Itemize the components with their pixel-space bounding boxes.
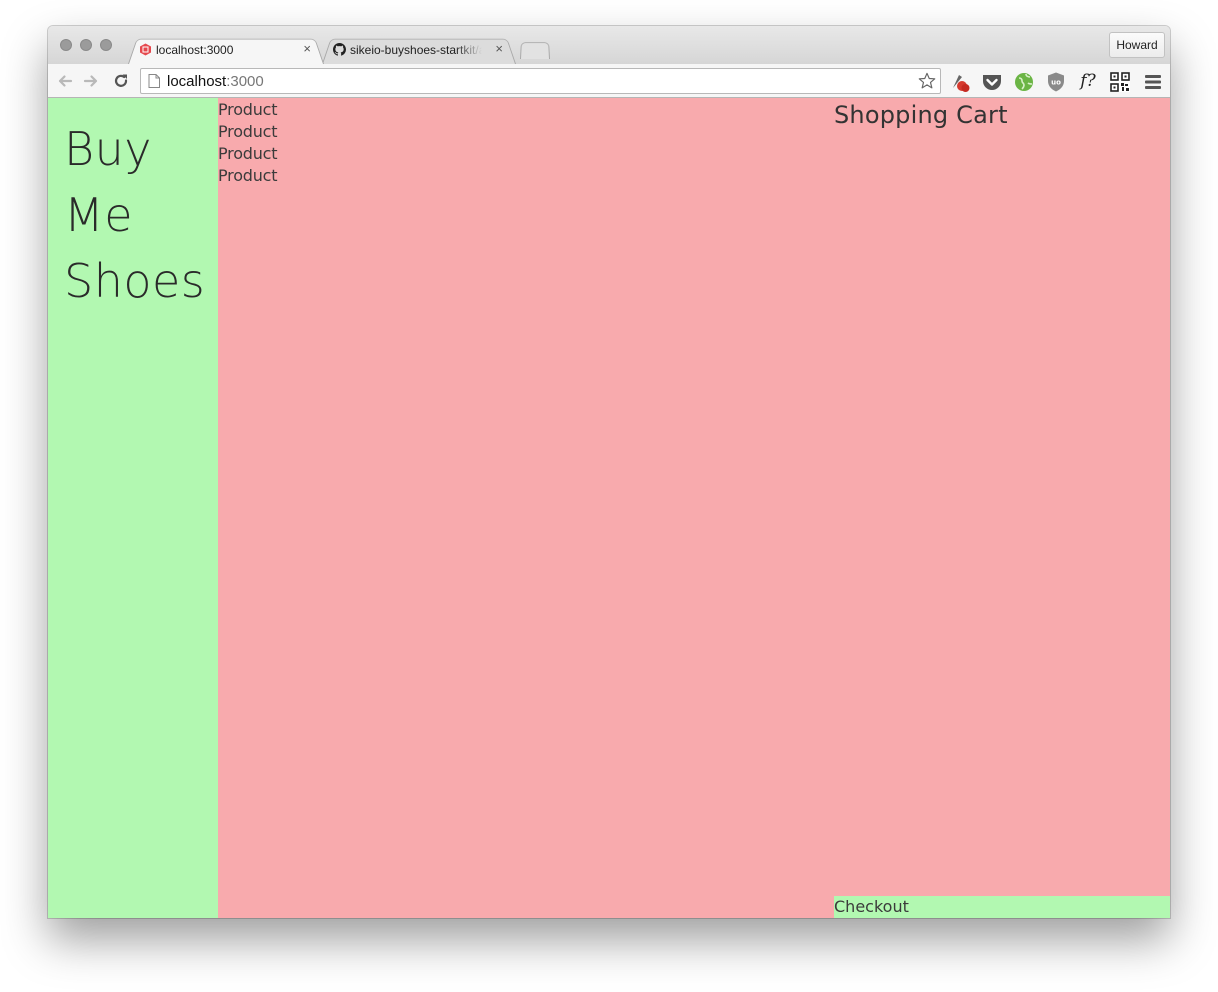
browser-menu-icon[interactable] bbox=[1142, 71, 1164, 93]
product-item[interactable]: Product bbox=[218, 143, 278, 165]
sidebar: Buy Me Shoes bbox=[48, 98, 218, 918]
checkout-button[interactable]: Checkout bbox=[834, 896, 1170, 918]
ublock-extension-icon[interactable]: uo bbox=[1045, 71, 1067, 93]
url-text: localhost:3000 bbox=[167, 74, 264, 90]
tab-strip: localhost:3000 × sikeio-buyshoes-startki… bbox=[48, 26, 1170, 64]
shopping-cart-title: Shopping Cart bbox=[834, 101, 1008, 129]
window-close-button[interactable] bbox=[60, 39, 72, 51]
url-host: localhost bbox=[167, 73, 227, 90]
localhost-favicon-icon bbox=[140, 43, 151, 56]
product-item[interactable]: Product bbox=[218, 165, 278, 187]
font-finder-extension-icon[interactable]: f? bbox=[1077, 71, 1099, 93]
new-tab-button[interactable] bbox=[520, 41, 550, 59]
back-arrow-icon[interactable] bbox=[56, 72, 74, 90]
qr-code-extension-icon[interactable] bbox=[1109, 71, 1131, 93]
forward-arrow-icon[interactable] bbox=[82, 72, 100, 90]
tab-close-icon[interactable]: × bbox=[303, 42, 311, 56]
checkout-label: Checkout bbox=[834, 897, 909, 916]
site-title-line: Shoes bbox=[64, 254, 206, 308]
page-icon bbox=[148, 74, 160, 88]
site-title: Buy Me Shoes bbox=[64, 116, 214, 314]
browser-toolbar: localhost:3000 uo f? bbox=[48, 64, 1170, 98]
reload-icon[interactable] bbox=[112, 72, 130, 90]
profile-button[interactable]: Howard bbox=[1109, 32, 1165, 58]
page-content: Buy Me Shoes Product Product Product Pro… bbox=[48, 98, 1170, 918]
tab-title: sikeio-buyshoes-startkit/app bbox=[350, 43, 482, 57]
address-bar[interactable]: localhost:3000 bbox=[140, 68, 941, 94]
browser-window: localhost:3000 × sikeio-buyshoes-startki… bbox=[48, 26, 1170, 918]
github-favicon-icon bbox=[333, 43, 346, 56]
site-title-line: Buy bbox=[64, 122, 152, 176]
bookmark-star-icon[interactable] bbox=[918, 72, 936, 90]
tab-title: localhost:3000 bbox=[156, 43, 234, 57]
product-item[interactable]: Product bbox=[218, 99, 278, 121]
globe-extension-icon[interactable] bbox=[1013, 71, 1035, 93]
window-minimize-button[interactable] bbox=[80, 39, 92, 51]
tab-localhost[interactable]: localhost:3000 × bbox=[128, 36, 324, 64]
pocket-extension-icon[interactable] bbox=[981, 71, 1003, 93]
site-title-line: Me bbox=[64, 188, 133, 242]
window-maximize-button[interactable] bbox=[100, 39, 112, 51]
product-list: Product Product Product Product bbox=[218, 99, 278, 187]
cherry-extension-icon[interactable] bbox=[949, 71, 971, 93]
svg-text:uo: uo bbox=[1051, 79, 1061, 87]
tab-github[interactable]: sikeio-buyshoes-startkit/app × bbox=[322, 36, 516, 64]
url-port: :3000 bbox=[226, 73, 264, 90]
product-item[interactable]: Product bbox=[218, 121, 278, 143]
tab-close-icon[interactable]: × bbox=[495, 42, 503, 56]
